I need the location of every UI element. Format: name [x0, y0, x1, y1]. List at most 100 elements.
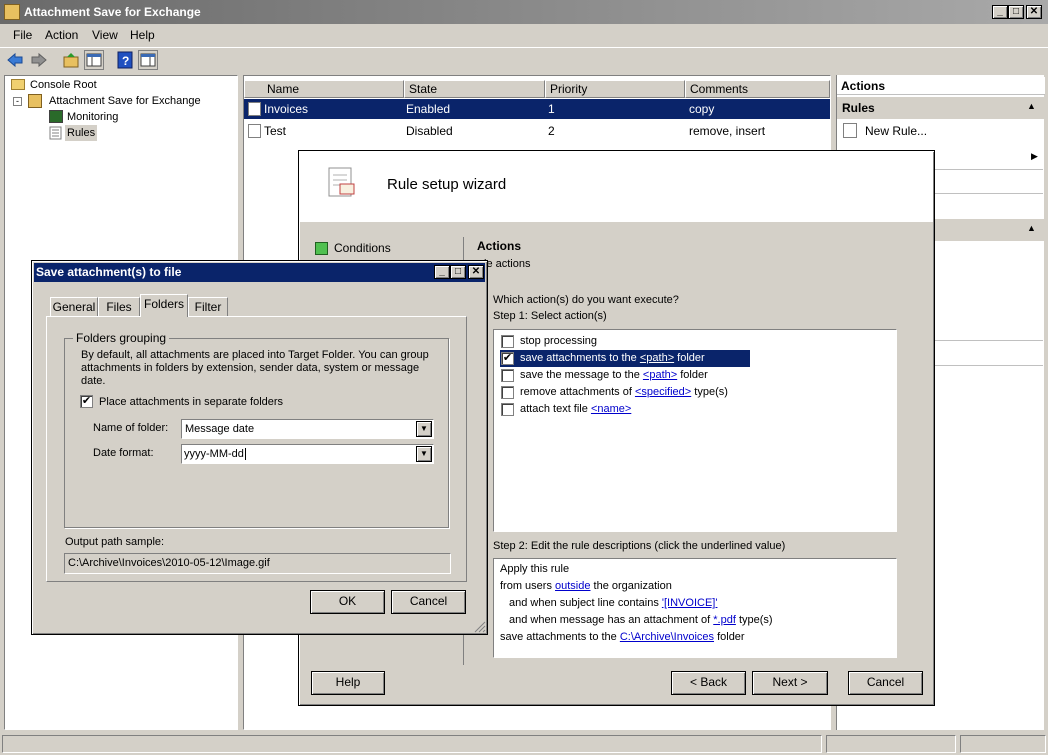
tree-app[interactable]: Attachment Save for Exchange — [49, 93, 201, 109]
path-link[interactable]: <path> — [643, 369, 677, 381]
table-row[interactable]: Invoices Enabled 1 copy — [244, 99, 830, 119]
outside-link[interactable]: outside — [555, 580, 590, 592]
actions-section-title: Actions — [477, 239, 522, 253]
dialog-title-bar: Save attachment(s) to file _ □ ✕ — [34, 263, 485, 282]
action-pane-icon[interactable] — [138, 50, 158, 70]
folder-link[interactable]: C:\Archive\Invoices — [620, 631, 714, 643]
list-item[interactable]: attach text file <name> — [500, 401, 750, 418]
tab-general[interactable]: General — [50, 297, 98, 316]
subject-link[interactable]: '[INVOICE]' — [662, 597, 718, 609]
menu-file[interactable]: File — [13, 24, 32, 46]
row-comments: copy — [689, 102, 715, 116]
tab-files[interactable]: Files — [98, 297, 140, 316]
column-header-priority[interactable]: Priority — [545, 80, 685, 98]
collapse-up-icon[interactable]: ▲ — [1027, 101, 1036, 111]
action-checkbox[interactable] — [501, 335, 514, 348]
minimize-button[interactable]: _ — [992, 5, 1008, 19]
list-header: Name State Priority Comments — [244, 80, 830, 98]
tab-folders[interactable]: Folders — [140, 294, 188, 317]
help-button[interactable]: Help — [311, 671, 385, 695]
submenu-arrow-icon[interactable]: ▶ — [1031, 151, 1038, 162]
menu-help[interactable]: Help — [130, 24, 155, 46]
actions-listbox: stop processing ✔ save attachments to th… — [493, 329, 897, 532]
actions-section-subtitle: le actions — [484, 258, 531, 270]
row-priority: 2 — [548, 124, 555, 138]
date-format-value[interactable]: yyyy-MM-dd — [184, 448, 246, 460]
collapse-up-icon[interactable]: ▲ — [1027, 223, 1036, 233]
folders-group: Folders grouping By default, all attachm… — [64, 331, 449, 528]
column-header-name[interactable]: Name — [244, 80, 404, 98]
new-rule-label: New Rule... — [865, 124, 928, 138]
show-hide-tree-icon[interactable] — [84, 50, 104, 70]
name-link[interactable]: <name> — [591, 403, 631, 415]
rule-description-box: Apply this rule from users outside the o… — [493, 558, 897, 658]
help-icon[interactable]: ? — [116, 51, 134, 69]
nav-conditions[interactable]: Conditions — [334, 241, 391, 255]
ok-button[interactable]: OK — [310, 590, 385, 614]
desc-line: save attachments to the C:\Archive\Invoi… — [500, 631, 745, 643]
column-header-comments[interactable]: Comments — [685, 80, 830, 98]
action-checkbox[interactable] — [501, 403, 514, 416]
table-row[interactable]: Test Disabled 2 remove, insert — [244, 121, 830, 141]
desc-line: from users outside the organization — [500, 580, 672, 592]
row-priority: 1 — [548, 102, 555, 116]
menu-bar: File Action View Help — [0, 24, 1048, 46]
chevron-down-icon[interactable]: ▼ — [416, 421, 432, 437]
menu-view[interactable]: View — [92, 24, 118, 46]
app-icon — [4, 4, 20, 20]
actions-section-rules[interactable]: Rules ▲ — [837, 97, 1045, 119]
toolbar: ? — [0, 47, 1048, 73]
action-checkbox[interactable] — [501, 386, 514, 399]
dialog-minimize-button[interactable]: _ — [434, 265, 450, 279]
separate-folders-checkbox[interactable]: ✔ — [80, 395, 93, 408]
chevron-down-icon[interactable]: ▼ — [416, 446, 432, 462]
extension-link[interactable]: *.pdf — [713, 614, 736, 626]
list-item[interactable]: save the message to the <path> folder — [500, 367, 750, 384]
actions-section-2[interactable]: ▲ — [935, 219, 1045, 241]
column-header-state[interactable]: State — [404, 80, 545, 98]
tree-monitoring[interactable]: Monitoring — [67, 109, 118, 125]
row-name: Invoices — [264, 102, 309, 116]
dialog-cancel-button[interactable]: Cancel — [391, 590, 466, 614]
menu-action[interactable]: Action — [45, 24, 78, 46]
action-checkbox[interactable]: ✔ — [501, 352, 514, 365]
list-item[interactable]: stop processing — [500, 333, 750, 350]
forward-arrow-icon[interactable] — [30, 51, 48, 69]
maximize-button[interactable]: □ — [1008, 5, 1024, 19]
dialog-title: Save attachment(s) to file — [36, 265, 182, 279]
dialog-close-button[interactable]: ✕ — [468, 265, 484, 279]
status-bar — [0, 733, 1048, 755]
tree-console-root[interactable]: Console Root — [30, 77, 97, 93]
close-button[interactable]: ✕ — [1026, 5, 1042, 19]
action-text: remove attachments of <specified> type(s… — [520, 386, 728, 398]
save-attachments-dialog: Save attachment(s) to file _ □ ✕ General… — [31, 260, 488, 635]
name-of-folder-select[interactable]: Message date ▼ — [181, 419, 434, 439]
list-item[interactable]: remove attachments of <specified> type(s… — [500, 384, 750, 401]
action-checkbox[interactable] — [501, 369, 514, 382]
back-arrow-icon[interactable] — [6, 51, 24, 69]
new-rule-action[interactable]: New Rule... — [837, 121, 1045, 141]
path-link[interactable]: <path> — [640, 352, 674, 364]
collapse-icon[interactable]: - — [13, 97, 22, 106]
rules-icon — [49, 126, 63, 140]
back-button[interactable]: < Back — [671, 671, 746, 695]
list-item[interactable]: ✔ save attachments to the <path> folder — [500, 350, 750, 367]
wizard-header: Rule setup wizard — [300, 152, 933, 222]
actions-header: Actions — [837, 77, 1045, 95]
dialog-maximize-button[interactable]: □ — [450, 265, 466, 279]
cancel-button[interactable]: Cancel — [848, 671, 923, 695]
rule-icon — [248, 124, 261, 138]
specified-link[interactable]: <specified> — [635, 386, 691, 398]
desc-line: and when subject line contains '[INVOICE… — [509, 597, 718, 609]
date-format-combo[interactable]: yyyy-MM-dd ▼ — [181, 444, 434, 464]
window-title: Attachment Save for Exchange — [24, 5, 201, 19]
up-folder-icon[interactable] — [62, 51, 80, 69]
next-button[interactable]: Next > — [752, 671, 828, 695]
resize-grip-icon[interactable] — [472, 619, 486, 633]
monitoring-icon — [49, 110, 63, 123]
desc-line: Apply this rule — [500, 563, 570, 575]
tab-filter[interactable]: Filter — [188, 297, 228, 316]
tree-rules[interactable]: Rules — [65, 125, 98, 141]
step2-label: Step 2: Edit the rule descriptions (clic… — [493, 540, 786, 552]
step1-label: Step 1: Select action(s) — [493, 310, 607, 322]
